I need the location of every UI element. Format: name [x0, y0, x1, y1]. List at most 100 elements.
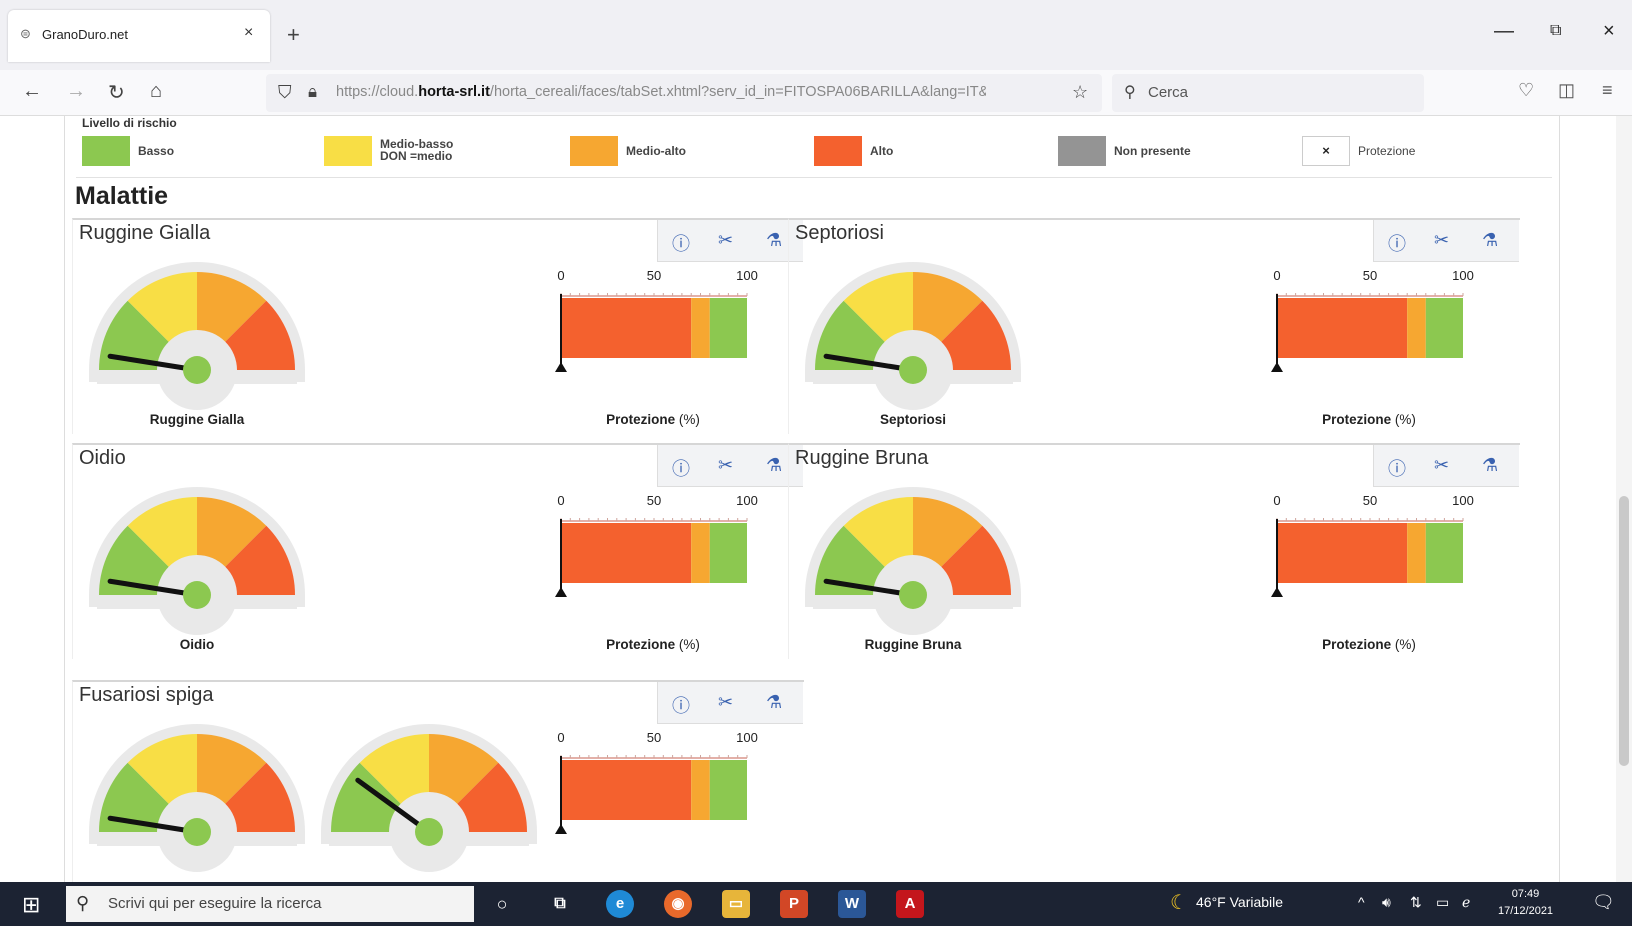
network-icon[interactable]: ⇅	[1410, 894, 1422, 911]
legend-label-line2: DON =medio	[380, 149, 453, 163]
edge-icon[interactable]: e	[606, 890, 634, 918]
protection-tick-label: 0	[1273, 268, 1280, 283]
windows-start-icon[interactable]: ⊞	[22, 892, 40, 918]
bar-label-unit: (%)	[678, 412, 700, 427]
task-view-icon[interactable]: ⧉	[546, 890, 574, 918]
protection-segment	[1407, 298, 1426, 358]
risk-gauge	[89, 724, 305, 872]
tab-title: GranoDuro.net	[42, 27, 128, 42]
notifications-icon[interactable]: 🗨︎	[1592, 892, 1615, 913]
panel-graphics: 0 50 100	[89, 724, 758, 872]
disease-panel: Septoriosi ⓘ ✂ ⚗ 0 50 100 Septoriosi Prote…	[788, 218, 1520, 434]
lock-icon[interactable]: 🔒︎	[308, 82, 317, 102]
address-bar[interactable]: ⛉ 🔒︎ https://cloud.horta-srl.it/horta_ce…	[266, 74, 1102, 112]
protection-tick-label: 50	[647, 268, 661, 283]
weather-moon-icon[interactable]: ☾	[1170, 890, 1188, 915]
protection-bar: 0 50 100	[1271, 268, 1474, 372]
protection-bar: 0 50 100	[555, 730, 758, 834]
gauge-pivot	[899, 356, 927, 384]
volume-icon[interactable]: 🔊︎	[1382, 894, 1391, 911]
menu-icon[interactable]: ≡	[1602, 80, 1613, 101]
scrollbar-thumb[interactable]	[1619, 496, 1629, 766]
protection-segment	[1425, 298, 1463, 358]
page-content: Livello di rischio Basso Medio-basso DON …	[0, 116, 1632, 882]
protection-segment	[1407, 523, 1426, 583]
protection-marker	[1271, 362, 1283, 372]
new-tab-icon[interactable]: +	[287, 22, 300, 48]
bar-label-text: Protezione	[1322, 637, 1392, 652]
swatch-medio-basso	[324, 136, 372, 166]
gauge-pivot	[183, 818, 211, 846]
gauge-pivot	[183, 581, 211, 609]
swatch-non-presente	[1058, 136, 1106, 166]
protection-tick-label: 100	[736, 268, 758, 283]
legend-label: Medio-basso DON =medio	[380, 138, 453, 162]
protection-tick-label: 100	[736, 493, 758, 508]
restore-icon[interactable]: ⧉	[1550, 22, 1561, 40]
battery-icon[interactable]: ▭	[1436, 894, 1449, 911]
protection-marker	[1271, 587, 1283, 597]
bar-label-unit: (%)	[1394, 637, 1416, 652]
bar-label-unit: (%)	[1394, 412, 1416, 427]
word-icon[interactable]: W	[838, 890, 866, 918]
legend-label: Alto	[870, 144, 894, 158]
legend-title: Livello di rischio	[82, 116, 177, 130]
protection-tick-label: 100	[1452, 268, 1474, 283]
chevron-up-icon[interactable]: ^	[1358, 894, 1365, 910]
panel-graphics: 0 50 100	[805, 487, 1474, 635]
acrobat-icon[interactable]: A	[896, 890, 924, 918]
forward-icon[interactable]: →	[66, 80, 86, 103]
language-icon[interactable]: ℯ	[1462, 894, 1470, 911]
weather-text[interactable]: 46°F Variabile	[1196, 894, 1283, 910]
taskbar-search[interactable]: ⚲ Scrivi qui per eseguire la ricerca	[66, 886, 474, 922]
disease-panel: Fusariosi spiga ⓘ ✂ ⚗ 0 50 100	[72, 680, 804, 882]
gauge-label: Ruggine Bruna	[864, 637, 962, 652]
clock[interactable]: 07:49 17/12/2021	[1498, 886, 1553, 920]
powerpoint-icon[interactable]: P	[780, 890, 808, 918]
browser-tab[interactable]: ⊜ GranoDuro.net ×	[8, 10, 270, 62]
url-path: /horta_cereali/faces/tabSet.xhtml?serv_i…	[489, 84, 986, 100]
home-icon[interactable]: ⌂	[150, 80, 162, 103]
cortana-icon[interactable]: ○	[488, 890, 516, 918]
legend-label: Basso	[138, 144, 175, 158]
search-bar[interactable]: ⚲ Cerca	[1112, 74, 1424, 112]
protection-segment	[691, 298, 710, 358]
protection-tick-label: 50	[1363, 493, 1377, 508]
page-scrollbar[interactable]	[1616, 116, 1632, 882]
minimize-icon[interactable]: —	[1494, 20, 1514, 43]
risk-gauge	[89, 262, 305, 410]
protection-marker	[555, 587, 567, 597]
taskbar-search-placeholder: Scrivi qui per eseguire la ricerca	[108, 895, 322, 912]
browser-tab-bar: ⊜ GranoDuro.net × + — ⧉ ×	[0, 0, 1632, 70]
bar-label: Protezione (%)	[1259, 412, 1479, 427]
firefox-icon[interactable]: ◉	[664, 890, 692, 918]
file-explorer-icon[interactable]: ▭	[722, 890, 750, 918]
swatch-alto	[814, 136, 862, 166]
pocket-icon[interactable]: ♡	[1518, 80, 1534, 101]
gauge-pivot	[899, 581, 927, 609]
protection-segment	[1425, 523, 1463, 583]
reader-view-icon[interactable]: ◫	[1558, 80, 1575, 101]
bookmark-star-icon[interactable]: ☆	[1072, 82, 1088, 103]
protection-tick-label: 0	[557, 493, 564, 508]
site-favicon-icon: ⊜	[20, 26, 31, 41]
protection-marker	[555, 362, 567, 372]
search-placeholder: Cerca	[1148, 84, 1189, 101]
swatch-basso	[82, 136, 130, 166]
url-prefix: https://cloud.	[336, 84, 419, 100]
url-text[interactable]: https://cloud.horta-srl.it/horta_cereali…	[336, 84, 986, 100]
browser-nav-bar: ← → ↻ ⌂ ⛉ 🔒︎ https://cloud.horta-srl.it/…	[0, 70, 1632, 116]
protection-marker	[555, 824, 567, 834]
gauge-label: Ruggine Gialla	[149, 412, 245, 427]
gauge-label: Septoriosi	[879, 412, 946, 427]
close-tab-icon[interactable]: ×	[244, 24, 253, 42]
risk-gauge	[805, 487, 1021, 635]
back-icon[interactable]: ←	[22, 80, 42, 103]
disease-panel: Ruggine Gialla ⓘ ✂ ⚗ 0 50 100 Ruggine Gial…	[72, 218, 804, 434]
protection-tick-label: 50	[1363, 268, 1377, 283]
close-window-icon[interactable]: ×	[1603, 20, 1615, 43]
reload-icon[interactable]: ↻	[108, 80, 125, 105]
protection-symbol: ×	[1302, 136, 1350, 166]
shield-icon[interactable]: ⛉	[278, 82, 292, 103]
protection-segment	[709, 760, 747, 820]
